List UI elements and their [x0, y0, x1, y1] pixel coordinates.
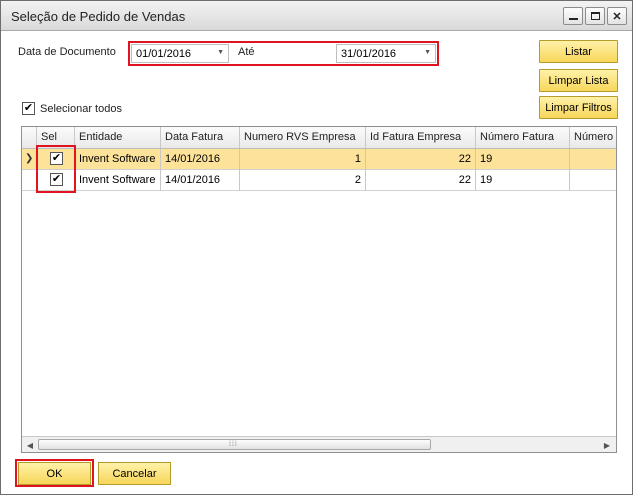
date-from-dropdown-icon[interactable]: ▼: [217, 49, 224, 56]
column-header-id-fatura[interactable]: Id Fatura Empresa: [366, 127, 476, 148]
limpar-lista-button[interactable]: Limpar Lista: [539, 69, 618, 92]
date-to-dropdown-icon[interactable]: ▼: [424, 49, 431, 56]
date-from-input[interactable]: 01/01/2016 ▼: [131, 44, 229, 63]
maximize-button[interactable]: [585, 7, 605, 25]
window-title: Seleção de Pedido de Vendas: [11, 9, 186, 24]
horizontal-scrollbar[interactable]: ◀ ⁞⁞⁞ ▶: [22, 436, 616, 452]
scroll-thumb[interactable]: ⁞⁞⁞: [38, 439, 431, 450]
cell-data-fatura: 14/01/2016: [161, 170, 240, 191]
grid-header: Sel Entidade Data Fatura Numero RVS Empr…: [22, 127, 616, 149]
scroll-left-icon[interactable]: ◀: [24, 439, 36, 451]
maximize-icon: [590, 12, 600, 20]
close-button[interactable]: ✕: [607, 7, 627, 25]
scroll-right-icon[interactable]: ▶: [601, 439, 613, 451]
column-header-numero-rvs[interactable]: Numero RVS Empresa: [240, 127, 366, 148]
date-from-value: 01/01/2016: [136, 48, 192, 60]
check-icon: ✔: [23, 102, 34, 114]
selection-highlight: [36, 145, 76, 193]
row-indicator-header: [22, 127, 37, 148]
column-header-data-fatura[interactable]: Data Fatura: [161, 127, 240, 148]
cell-numero-fatura: 19: [476, 170, 570, 191]
table-row[interactable]: ❯ ✔ Invent Software 14/01/2016 1 22 19: [22, 149, 616, 170]
cell-numero-rvs: 1: [240, 149, 366, 170]
date-to-input[interactable]: 31/01/2016 ▼: [336, 44, 436, 63]
limpar-filtros-button[interactable]: Limpar Filtros: [539, 96, 618, 119]
cell-numero-rvs: 2: [240, 170, 366, 191]
minimize-icon: [568, 18, 578, 20]
cell-data-fatura: 14/01/2016: [161, 149, 240, 170]
column-header-entidade[interactable]: Entidade: [75, 127, 161, 148]
orders-grid: Sel Entidade Data Fatura Numero RVS Empr…: [21, 126, 617, 453]
cancel-button[interactable]: Cancelar: [98, 462, 171, 485]
grip-icon: ⁞⁞⁞: [229, 441, 238, 448]
cell-numero-fatura: 19: [476, 149, 570, 170]
cell-entidade: Invent Software: [75, 149, 161, 170]
select-all-checkbox[interactable]: ✔: [22, 102, 35, 115]
minimize-button[interactable]: [563, 7, 583, 25]
select-all-label: Selecionar todos: [40, 103, 122, 115]
close-icon: ✕: [612, 10, 622, 23]
dialog-window: Seleção de Pedido de Vendas ✕ Data de Do…: [0, 0, 633, 495]
cell-id-fatura: 22: [366, 149, 476, 170]
cell-entidade: Invent Software: [75, 170, 161, 191]
column-header-numero-c[interactable]: Número C: [570, 127, 616, 148]
listar-button[interactable]: Listar: [539, 40, 618, 63]
cell-id-fatura: 22: [366, 170, 476, 191]
ok-button[interactable]: OK: [18, 462, 91, 485]
ate-label: Até: [238, 46, 255, 58]
cell-numero-c: [570, 149, 616, 170]
cell-numero-c: [570, 170, 616, 191]
column-header-numero-fatura[interactable]: Número Fatura: [476, 127, 570, 148]
title-bar: Seleção de Pedido de Vendas ✕: [1, 1, 632, 31]
date-to-value: 31/01/2016: [341, 48, 397, 60]
row-pointer-icon: ❯: [25, 153, 34, 164]
data-documento-label: Data de Documento: [18, 46, 116, 58]
table-row[interactable]: ✔ Invent Software 14/01/2016 2 22 19: [22, 170, 616, 191]
